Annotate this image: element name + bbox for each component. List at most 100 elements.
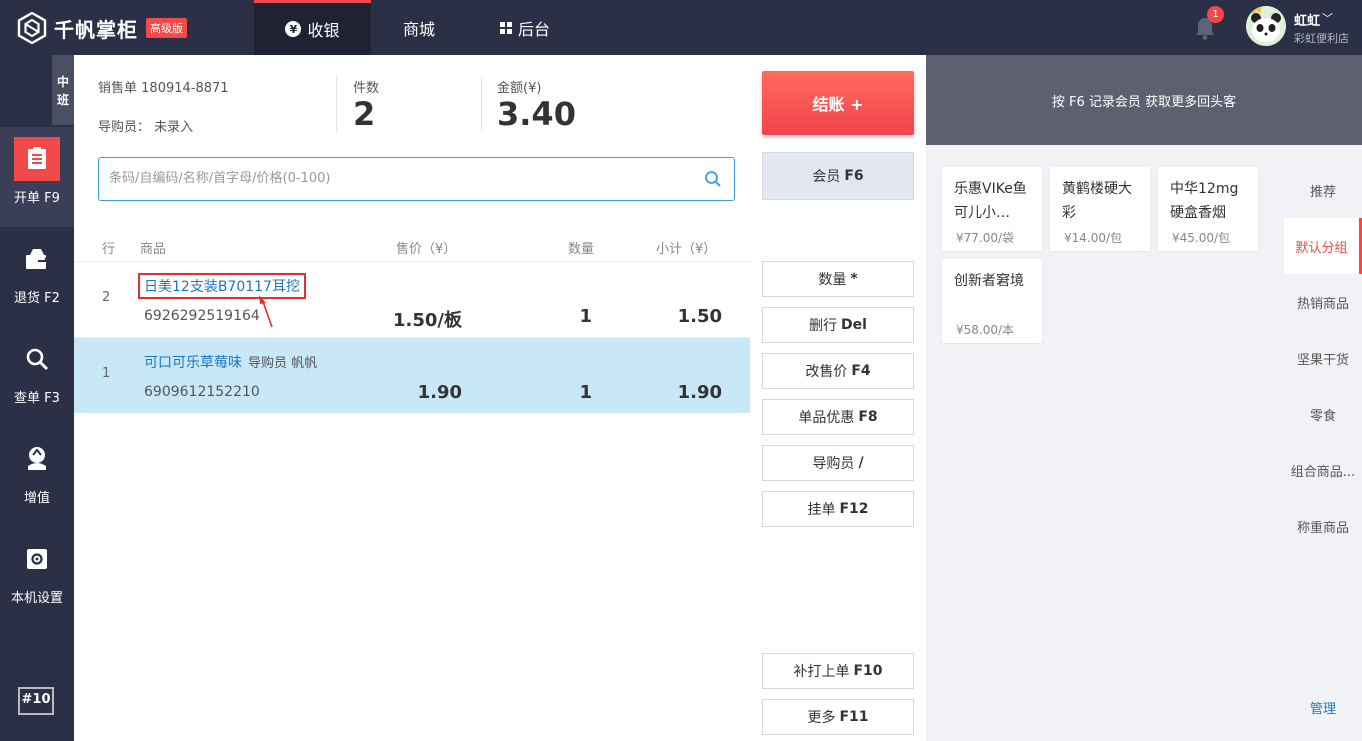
button-label: 改售价 — [805, 364, 848, 380]
category-recommend[interactable]: 推荐 — [1284, 162, 1362, 218]
search-icon — [14, 337, 60, 381]
logo-text: 千帆掌柜 — [54, 17, 138, 42]
button-key: Del — [841, 317, 867, 333]
quantity-button[interactable]: 数量 * — [762, 261, 914, 297]
sidebar-item-open-order[interactable]: 开单 F9 — [0, 127, 74, 227]
action-column: 结账 + 会员 F6 数量 * 删行 Del 改售价 F4 单品优惠 F8 导购员 / 挂单… — [750, 55, 926, 741]
sidebar-item-return[interactable]: 退货 F2 — [0, 227, 74, 327]
category-combo[interactable]: 组合商品... — [1284, 442, 1362, 498]
sidebar-item-label: 增值 — [23, 491, 50, 506]
logo-mark-icon — [17, 12, 47, 44]
search-icon[interactable] — [704, 170, 722, 188]
button-key: F12 — [839, 501, 869, 517]
order-panel: 销售单 180914-8871 导购员： 未录入 件数 2 金额(¥) 3.40… — [74, 55, 750, 741]
sidebar-item-label: 退货 F2 — [14, 291, 60, 306]
return-icon — [14, 237, 60, 281]
annotation-arrow-icon — [259, 295, 273, 328]
tab-cashier[interactable]: ¥ 收银 — [254, 0, 371, 55]
sidebar: 中班 开单 F9 退货 F2 查单 F3 增值 本机设置 #10 — [0, 55, 74, 741]
product-name[interactable]: 可口可乐草莓味 导购员 帆帆 — [144, 352, 317, 372]
more-button[interactable]: 更多 F11 — [762, 699, 914, 735]
table-row[interactable]: 1 可口可乐草莓味 导购员 帆帆 6909612152210 1.90 1 1.9… — [74, 337, 750, 413]
goods-card[interactable]: 黄鹤楼硬大彩 ¥14.00/包 — [1050, 167, 1150, 251]
search-box — [98, 157, 735, 201]
product-qty[interactable]: 1 — [554, 382, 592, 403]
button-label: 更多 — [807, 710, 836, 726]
grid-icon — [499, 21, 512, 34]
reprint-button[interactable]: 补打上单 F10 — [762, 653, 914, 689]
goods-name: 中华12mg硬盒香烟 — [1170, 181, 1239, 221]
goods-name: 创新者窘境 — [954, 273, 1024, 289]
logo: 千帆掌柜 高级版 — [16, 10, 187, 46]
member-button[interactable]: 会员 F6 — [762, 152, 914, 200]
avatar[interactable] — [1246, 6, 1286, 46]
guide-value: 未录入 — [154, 120, 194, 135]
product-panel: 按 F6 记录会员 获取更多回头客 乐惠VIKe鱼可儿小… ¥77.00/袋 黄… — [926, 55, 1362, 741]
product-qty[interactable]: 1 — [554, 306, 592, 327]
user-name[interactable]: 虹虹 — [1294, 10, 1320, 29]
row-index: 1 — [102, 366, 111, 381]
product-price: 1.50/板 — [393, 310, 462, 331]
sidebar-item-label: 查单 F3 — [14, 391, 60, 406]
change-price-button[interactable]: 改售价 F4 — [762, 353, 914, 389]
goods-price: ¥77.00/袋 — [956, 231, 1015, 245]
tab-backend[interactable]: 后台 — [480, 0, 570, 55]
category-default[interactable]: 默认分组 — [1284, 218, 1362, 274]
member-promo-banner[interactable]: 按 F6 记录会员 获取更多回头客 — [926, 55, 1362, 145]
goods-price: ¥45.00/包 — [1172, 231, 1231, 245]
col-header-subtotal: 小计（¥） — [656, 242, 717, 257]
product-subtotal: 1.90 — [677, 382, 722, 403]
sidebar-item-settings[interactable]: 本机设置 — [0, 527, 74, 627]
col-header-price: 售价（¥） — [396, 242, 457, 257]
store-name: 彩虹便利店 — [1294, 32, 1349, 45]
button-label: 删行 — [809, 318, 838, 334]
col-header-qty: 数量 — [568, 242, 595, 257]
sale-number-value: 180914-8871 — [141, 81, 229, 96]
search-input[interactable] — [109, 158, 689, 198]
product-code: 6926292519164 — [144, 308, 260, 324]
goods-price: ¥58.00/本 — [956, 323, 1015, 337]
sidebar-item-lookup[interactable]: 查单 F3 — [0, 327, 74, 427]
manage-link[interactable]: 管理 — [1310, 698, 1336, 717]
device-number: #10 — [18, 687, 54, 715]
item-discount-button[interactable]: 单品优惠 F8 — [762, 399, 914, 435]
goods-card[interactable]: 乐惠VIKe鱼可儿小… ¥77.00/袋 — [942, 167, 1042, 251]
goods-name: 黄鹤楼硬大彩 — [1062, 181, 1132, 221]
member-button-key: F6 — [844, 168, 864, 184]
sidebar-item-value-added[interactable]: 增值 — [0, 427, 74, 527]
category-nuts[interactable]: 坚果干货 — [1284, 330, 1362, 386]
button-label: 导购员 — [812, 456, 855, 472]
goods-card[interactable]: 创新者窘境 ¥58.00/本 — [942, 259, 1042, 343]
product-price: 1.90 — [417, 382, 462, 403]
hold-order-button[interactable]: 挂单 F12 — [762, 491, 914, 527]
table-row[interactable]: 2 日美12支装B70117耳挖 6926292519164 1.50/板 1 … — [74, 261, 750, 337]
button-key: F4 — [851, 363, 871, 379]
sidebar-item-label: 本机设置 — [10, 591, 63, 606]
product-guide: 导购员 帆帆 — [248, 356, 318, 371]
member-button-label: 会员 — [812, 169, 841, 185]
col-header-name: 商品 — [140, 242, 167, 257]
delete-row-button[interactable]: 删行 Del — [762, 307, 914, 343]
button-key: F11 — [839, 709, 869, 725]
tab-mall[interactable]: 商城 — [371, 0, 467, 55]
tab-mall-label: 商城 — [402, 19, 435, 39]
chevron-down-icon[interactable]: ﹀ — [1322, 10, 1333, 26]
goods-price: ¥14.00/包 — [1064, 231, 1123, 245]
button-label: 单品优惠 — [798, 410, 855, 426]
settings-icon — [14, 537, 60, 581]
goods-name: 乐惠VIKe鱼可儿小… — [954, 181, 1027, 221]
category-weighed[interactable]: 称重商品 — [1284, 498, 1362, 554]
notification-badge: 1 — [1207, 6, 1224, 23]
guide-button[interactable]: 导购员 / — [762, 445, 914, 481]
edition-badge: 高级版 — [146, 18, 187, 38]
row-index: 2 — [102, 290, 111, 305]
button-label: 挂单 — [807, 502, 836, 518]
checkout-button[interactable]: 结账 + — [762, 71, 914, 135]
category-hot[interactable]: 热销商品 — [1284, 274, 1362, 330]
guide-label: 导购员： — [98, 120, 151, 135]
product-name[interactable]: 日美12支装B70117耳挖 — [138, 273, 306, 299]
category-snacks[interactable]: 零食 — [1284, 386, 1362, 442]
shift-tag[interactable]: 中班 — [52, 55, 74, 125]
product-subtotal: 1.50 — [677, 306, 722, 327]
goods-card[interactable]: 中华12mg硬盒香烟 ¥45.00/包 — [1158, 167, 1258, 251]
